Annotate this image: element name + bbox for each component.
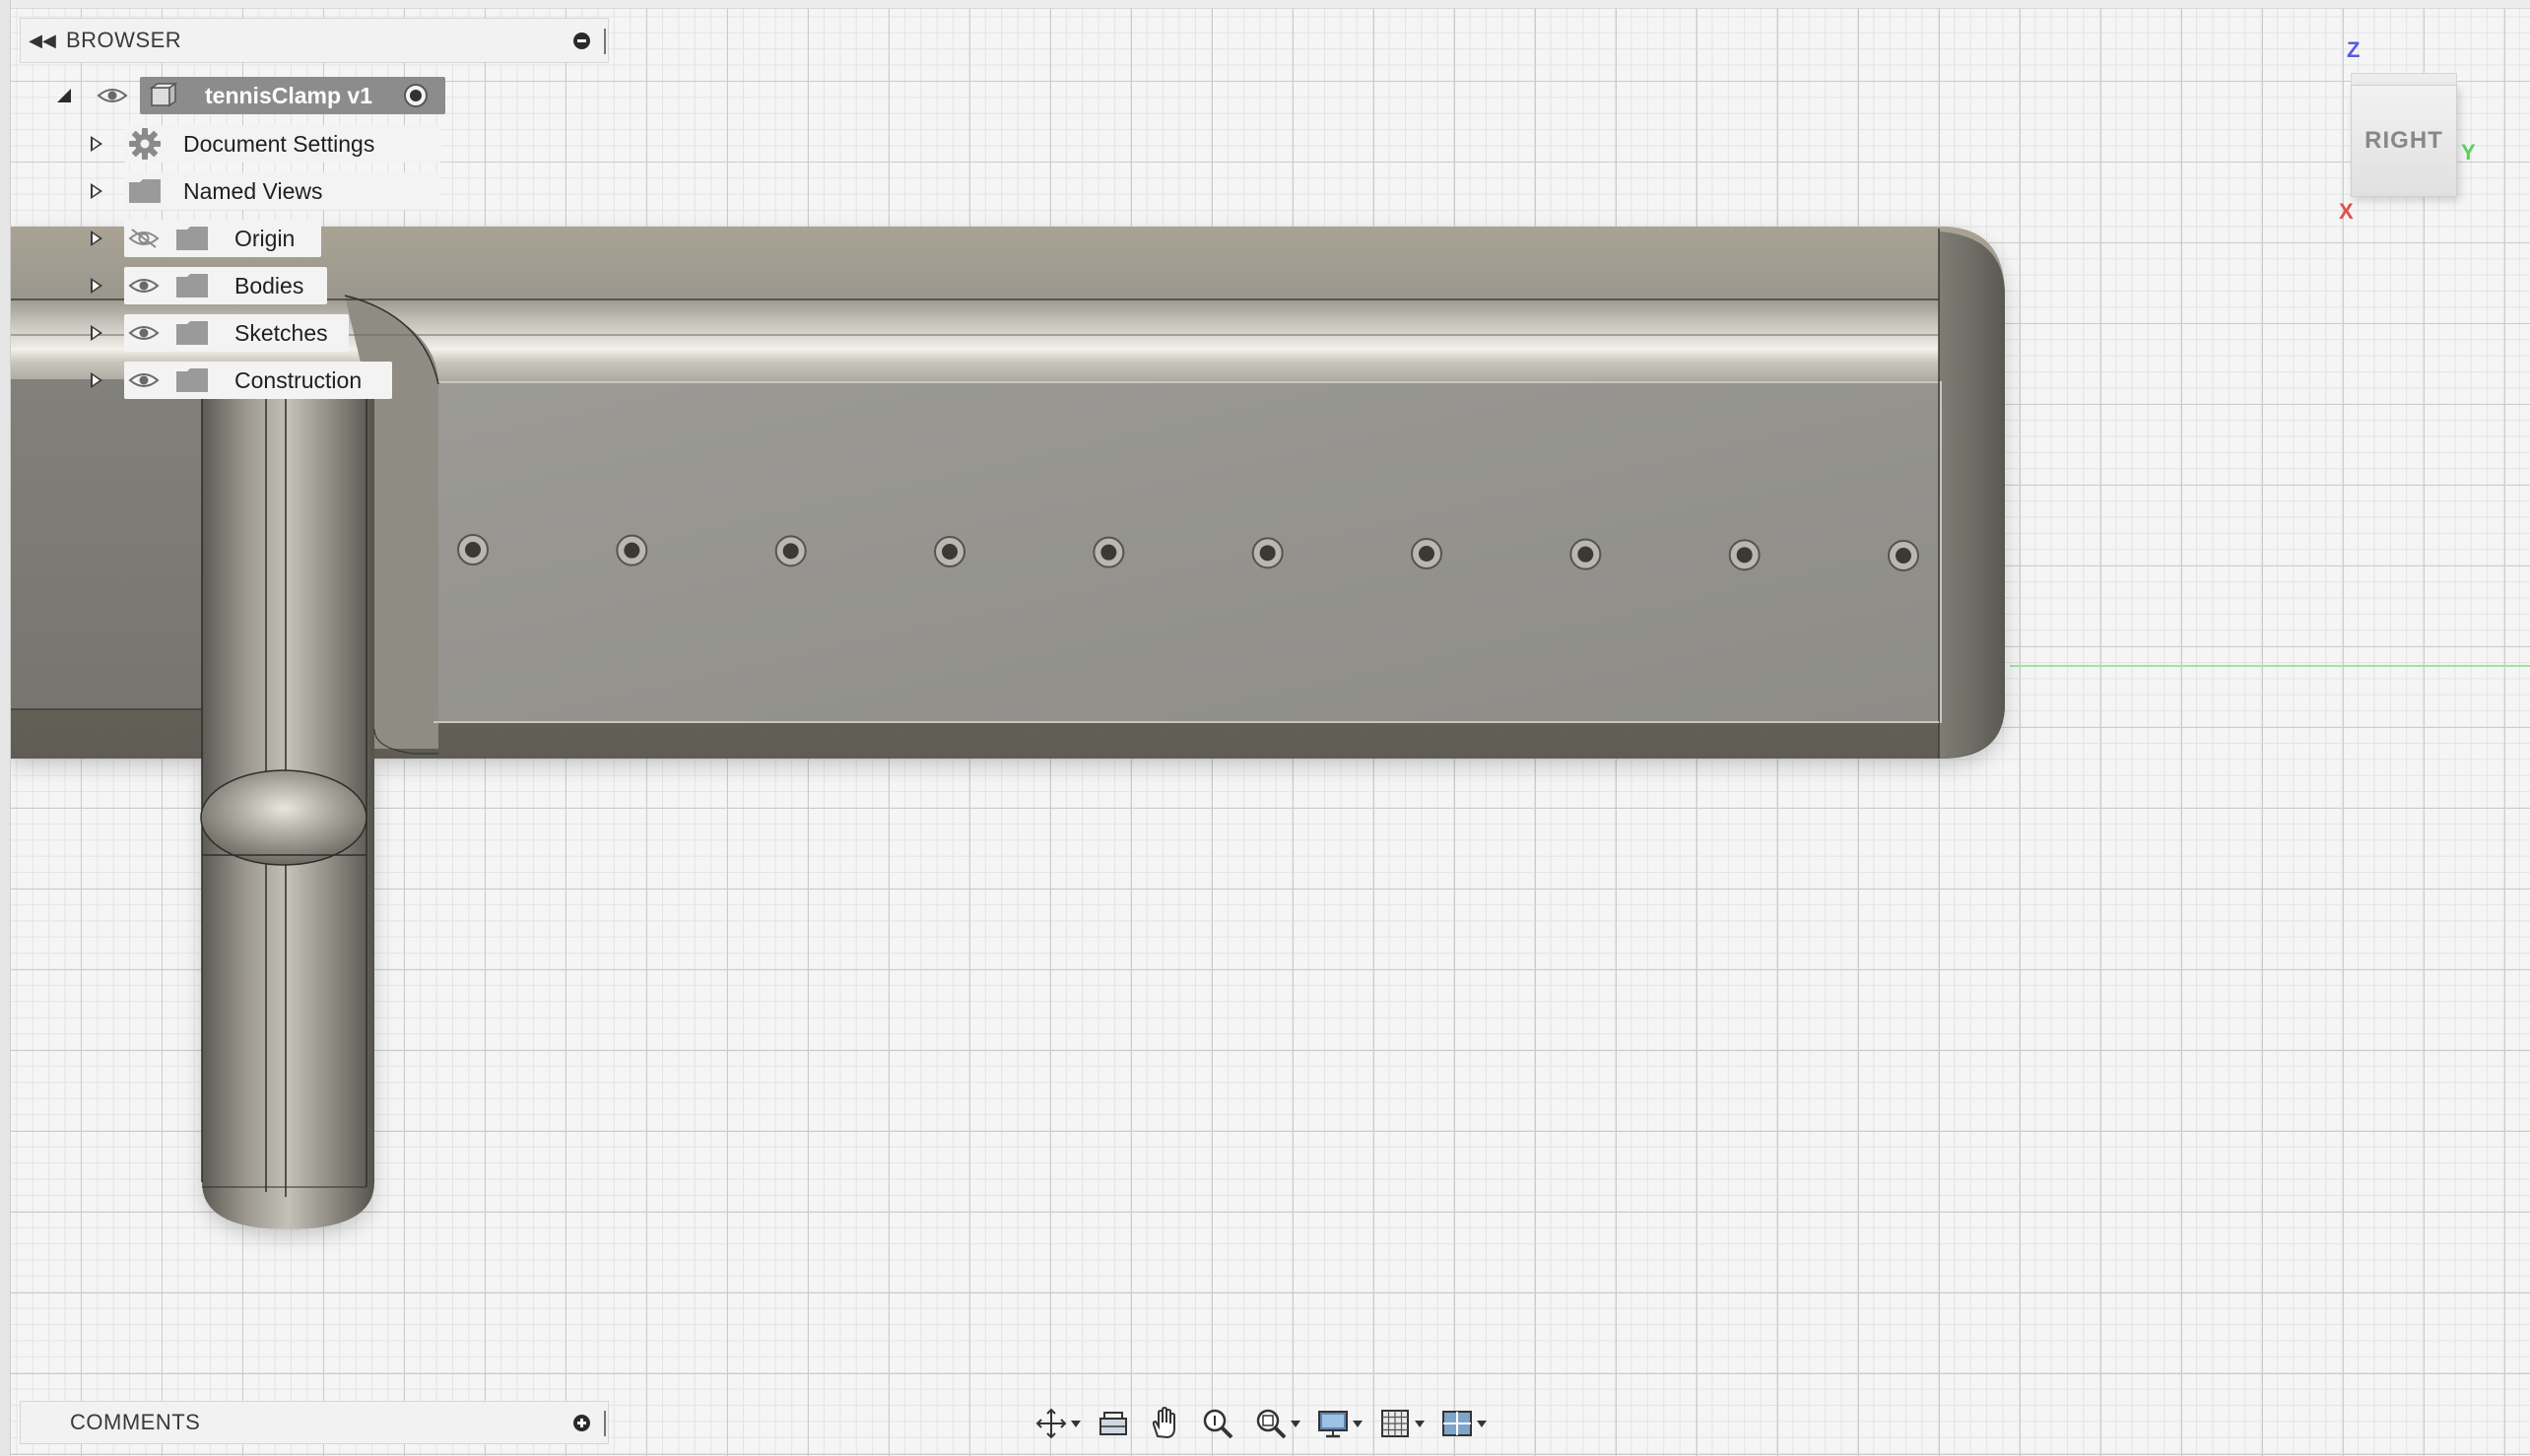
triangle-right-icon <box>91 325 102 341</box>
chevron-down-icon <box>1291 1420 1300 1427</box>
comments-resize-handle[interactable] <box>604 1411 606 1436</box>
expander-bodies[interactable] <box>87 266 106 305</box>
tree-item-label: Construction <box>234 366 363 393</box>
comments-panel: COMMENTS <box>20 1401 609 1444</box>
viewports-icon <box>1442 1411 1472 1436</box>
fit-tool[interactable] <box>1254 1404 1300 1443</box>
navigation-toolbar <box>1034 1401 1487 1446</box>
sketches-box: Sketches <box>124 314 349 352</box>
root-label-box[interactable]: tennisClamp v1 <box>140 77 445 114</box>
chevron-down-icon <box>1477 1420 1487 1427</box>
folder-icon <box>176 274 208 298</box>
cube-right-face[interactable]: RIGHT <box>2351 85 2457 197</box>
chevron-down-icon <box>1071 1420 1081 1427</box>
folder-icon <box>176 321 208 345</box>
triangle-down-icon <box>57 89 71 102</box>
pan-tool[interactable] <box>1148 1404 1181 1443</box>
construction-box: Construction <box>124 362 392 399</box>
orbit-tool[interactable] <box>1034 1404 1081 1443</box>
look-at-tool[interactable] <box>1097 1404 1130 1443</box>
hole-center <box>1896 548 1911 563</box>
orbit-icon <box>1035 1408 1067 1439</box>
hole-center <box>1100 544 1117 561</box>
chevron-down-icon <box>1353 1420 1363 1427</box>
root-expander[interactable] <box>54 76 74 115</box>
eye-hidden-icon[interactable] <box>128 229 160 248</box>
expander-origin[interactable] <box>87 219 106 258</box>
triangle-right-icon <box>91 231 102 246</box>
model-view[interactable] <box>0 0 2530 1456</box>
hole-center <box>1577 546 1594 563</box>
folder-icon <box>176 368 208 392</box>
tree-item-label: Bodies <box>234 272 304 298</box>
hole-center <box>1419 546 1434 562</box>
zoom-icon <box>1203 1409 1233 1439</box>
cube-face-label: RIGHT <box>2364 127 2443 154</box>
left-border <box>0 0 11 1456</box>
expander-sketches[interactable] <box>87 313 106 353</box>
activate-radio-icon[interactable] <box>402 82 430 109</box>
axis-y-label: Y <box>2461 140 2476 165</box>
viewports-tool[interactable] <box>1440 1404 1487 1443</box>
document-settings-box: Document Settings <box>124 125 441 163</box>
zoom-window-icon <box>1256 1409 1287 1439</box>
triangle-right-icon <box>91 372 102 388</box>
hole-center <box>624 542 640 559</box>
display-icon <box>1318 1411 1348 1438</box>
view-cube[interactable]: Z RIGHT Y X <box>2325 30 2493 236</box>
axis-x-label: X <box>2339 199 2354 224</box>
eye-icon[interactable] <box>128 370 160 390</box>
folder-icon <box>129 179 161 203</box>
axis-z-label: Z <box>2347 37 2361 62</box>
browser-title: BROWSER <box>66 28 182 52</box>
eye-icon[interactable] <box>128 323 160 343</box>
display-settings-tool[interactable] <box>1316 1404 1363 1443</box>
hole-center <box>782 543 799 560</box>
tree-item-label: Named Views <box>183 177 323 204</box>
triangle-right-icon <box>91 278 102 294</box>
expander-construction[interactable] <box>87 361 106 400</box>
gear-icon <box>129 128 161 160</box>
tree-item-label: Origin <box>234 225 296 251</box>
eye-icon[interactable] <box>97 86 128 105</box>
grid-icon <box>1381 1410 1409 1437</box>
look-at-icon <box>1099 1412 1127 1435</box>
origin-box: Origin <box>124 220 321 257</box>
triangle-right-icon <box>91 183 102 199</box>
hand-icon <box>1152 1407 1175 1439</box>
grid-settings-tool[interactable] <box>1378 1404 1425 1443</box>
root-component-label: tennisClamp v1 <box>205 82 372 108</box>
folder-icon <box>176 227 208 250</box>
hole-center <box>465 542 481 558</box>
browser-panel-header: ◀◀ BROWSER <box>20 18 609 63</box>
expander-named-views[interactable] <box>87 171 106 211</box>
expander-document-settings[interactable] <box>87 124 106 164</box>
minimize-panel-button[interactable] <box>573 33 590 49</box>
add-comment-button[interactable] <box>573 1415 590 1431</box>
chevron-down-icon <box>1415 1420 1425 1427</box>
collapse-panel-button[interactable]: ◀◀ <box>25 18 60 63</box>
zoom-tool[interactable] <box>1201 1404 1234 1443</box>
comments-title: COMMENTS <box>70 1410 201 1434</box>
hole-center <box>1736 547 1753 563</box>
eye-icon[interactable] <box>128 276 160 296</box>
component-icon <box>149 82 177 107</box>
triangle-right-icon <box>91 136 102 152</box>
named-views-box: Named Views <box>124 172 439 210</box>
tree-item-label: Document Settings <box>183 130 375 157</box>
hole-center <box>942 544 958 560</box>
panel-resize-handle[interactable] <box>604 29 606 54</box>
tree-item-label: Sketches <box>234 319 328 346</box>
hole-center <box>1259 545 1276 562</box>
bodies-box: Bodies <box>124 267 327 304</box>
